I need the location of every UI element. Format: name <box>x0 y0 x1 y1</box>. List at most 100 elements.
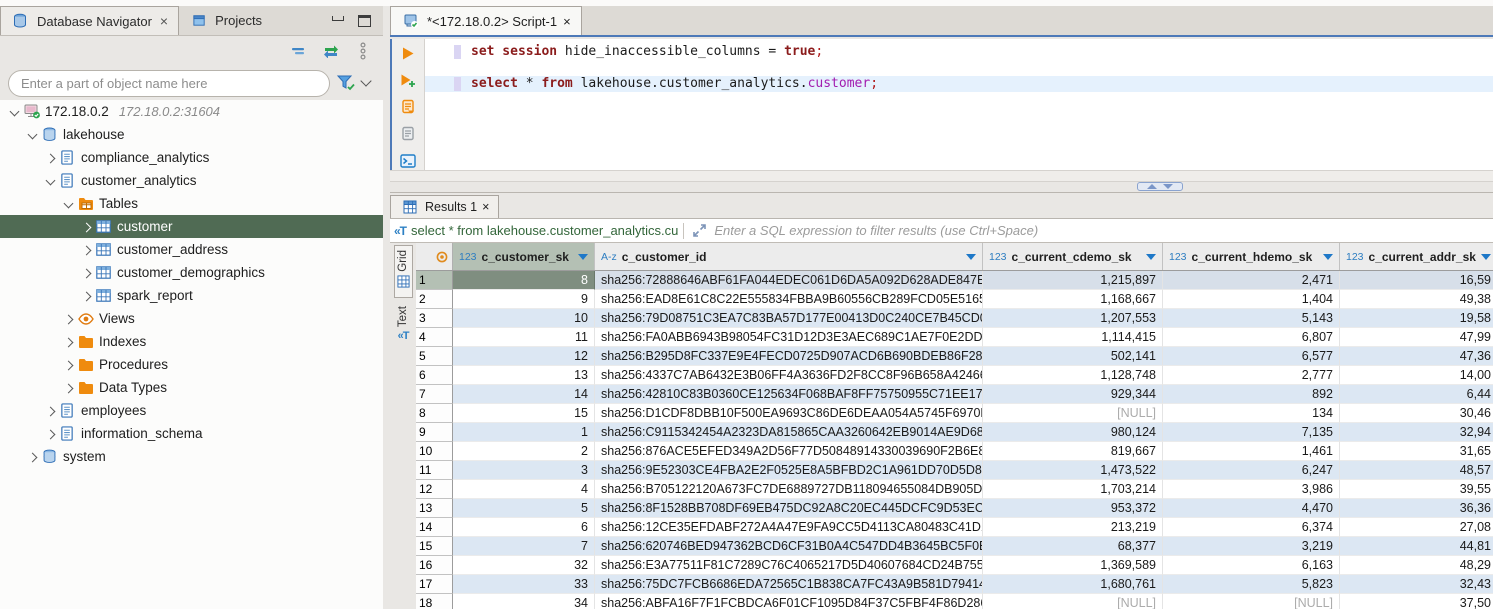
grid-cell[interactable]: 5,143 <box>1163 309 1340 328</box>
row-header[interactable]: 16 <box>416 556 453 575</box>
column-menu-arrow-icon[interactable] <box>1146 254 1156 260</box>
grid-cell[interactable]: 953,372 <box>983 499 1163 518</box>
column-header-c_current_addr_sk[interactable]: 123c_current_addr_sk <box>1340 243 1493 270</box>
tree-item-views[interactable]: Views <box>0 307 383 330</box>
row-header[interactable]: 7 <box>416 385 453 404</box>
grid-cell[interactable]: 48,57 <box>1340 461 1493 480</box>
row-header[interactable]: 8 <box>416 404 453 423</box>
grid-cell[interactable]: [NULL] <box>1163 594 1340 609</box>
tree-item-data-types[interactable]: Data Types <box>0 376 383 399</box>
maximize-icon[interactable] <box>358 15 371 27</box>
tree-item-customer[interactable]: customer <box>0 215 383 238</box>
grid-cell[interactable]: 1,473,522 <box>983 461 1163 480</box>
row-header[interactable]: 18 <box>416 594 453 609</box>
grid-cell[interactable]: 213,219 <box>983 518 1163 537</box>
grid-cell[interactable]: 16,59 <box>1340 271 1493 290</box>
active-query-label[interactable]: select * from lakehouse.customer_analyti… <box>411 223 678 238</box>
row-header[interactable]: 5 <box>416 347 453 366</box>
tree-item-lakehouse[interactable]: lakehouse <box>0 123 383 146</box>
grid-cell[interactable]: sha256:E3A77511F81C7289C76C4065217D5D406… <box>595 556 983 575</box>
execute-script-secondary-icon[interactable] <box>398 125 418 143</box>
tree-item-customer-analytics[interactable]: customer_analytics <box>0 169 383 192</box>
grid-cell[interactable]: 980,124 <box>983 423 1163 442</box>
tree-item-indexes[interactable]: Indexes <box>0 330 383 353</box>
grid-cell[interactable]: 2,777 <box>1163 366 1340 385</box>
grid-cell[interactable]: 819,667 <box>983 442 1163 461</box>
column-menu-arrow-icon[interactable] <box>1323 254 1333 260</box>
grid-cell[interactable]: sha256:B295D8FC337E9E4FECD0725D907ACD6B6… <box>595 347 983 366</box>
grid-cell[interactable]: sha256:620746BED947362BCD6CF31B0A4C547DD… <box>595 537 983 556</box>
editor-horizontal-scrollbar[interactable] <box>390 170 1493 182</box>
grid-cell[interactable]: 37,50 <box>1340 594 1493 609</box>
grid-cell[interactable]: 2 <box>453 442 595 461</box>
grid-cell[interactable]: 6,163 <box>1163 556 1340 575</box>
grid-cell[interactable]: 6 <box>453 518 595 537</box>
grid-cell[interactable]: 929,344 <box>983 385 1163 404</box>
grid-cell[interactable]: sha256:75DC7FCB6686EDA72565C1B838CA7FC43… <box>595 575 983 594</box>
close-icon[interactable]: × <box>563 14 571 29</box>
grid-cell[interactable]: 32,43 <box>1340 575 1493 594</box>
grid-cell[interactable]: 36,36 <box>1340 499 1493 518</box>
grid-cell[interactable]: 502,141 <box>983 347 1163 366</box>
grid-cell[interactable]: 6,374 <box>1163 518 1340 537</box>
grid-cell[interactable]: 1,215,897 <box>983 271 1163 290</box>
column-header-c_current_cdemo_sk[interactable]: 123c_current_cdemo_sk <box>983 243 1163 270</box>
grid-cell[interactable]: 1,114,415 <box>983 328 1163 347</box>
code-line-1[interactable]: set session hide_inaccessible_columns = … <box>425 44 1493 60</box>
grid-cell[interactable]: 1,680,761 <box>983 575 1163 594</box>
tree-item-172-18-0-2[interactable]: 172.18.0.2172.18.0.2:31604 <box>0 100 383 123</box>
tab-database-navigator[interactable]: Database Navigator × <box>0 6 179 35</box>
execute-script-icon[interactable] <box>398 99 418 117</box>
column-header-c_current_hdemo_sk[interactable]: 123c_current_hdemo_sk <box>1163 243 1340 270</box>
grid-cell[interactable]: sha256:ABFA16F7F1FCBDCA6F01CF1095D84F37C… <box>595 594 983 609</box>
close-icon[interactable]: × <box>482 200 489 214</box>
grid-cell[interactable]: 1,369,589 <box>983 556 1163 575</box>
grid-corner-cell[interactable] <box>416 243 453 270</box>
row-header[interactable]: 10 <box>416 442 453 461</box>
grid-cell[interactable]: 892 <box>1163 385 1340 404</box>
grid-cell[interactable]: 1,207,553 <box>983 309 1163 328</box>
grid-cell[interactable]: sha256:876ACE5EFED349A2D56F77D5084891433… <box>595 442 983 461</box>
grid-cell[interactable]: sha256:12CE35EFDABF272A4A47E9FA9CC5D4113… <box>595 518 983 537</box>
row-header[interactable]: 6 <box>416 366 453 385</box>
grid-cell[interactable]: 4 <box>453 480 595 499</box>
grid-cell[interactable]: 34 <box>453 594 595 609</box>
editor-results-sash[interactable] <box>390 182 1493 192</box>
column-menu-arrow-icon[interactable] <box>1481 254 1491 260</box>
open-sql-console-icon[interactable] <box>398 152 418 170</box>
tree-item-information-schema[interactable]: information_schema <box>0 422 383 445</box>
grid-cell[interactable]: 8 <box>453 271 595 290</box>
row-header[interactable]: 17 <box>416 575 453 594</box>
grid-cell[interactable]: 1,168,667 <box>983 290 1163 309</box>
grid-cell[interactable]: 9 <box>453 290 595 309</box>
column-header-c_customer_id[interactable]: A-zc_customer_id <box>595 243 983 270</box>
grid-cell[interactable]: 10 <box>453 309 595 328</box>
row-header[interactable]: 15 <box>416 537 453 556</box>
row-header[interactable]: 4 <box>416 328 453 347</box>
grid-cell[interactable]: 1,404 <box>1163 290 1340 309</box>
vertical-sash[interactable] <box>383 6 390 609</box>
code-line-2[interactable] <box>425 60 1493 76</box>
execute-new-tab-icon[interactable] <box>398 72 418 90</box>
grid-cell[interactable]: 12 <box>453 347 595 366</box>
grid-cell[interactable]: 6,247 <box>1163 461 1340 480</box>
minimize-icon[interactable] <box>332 16 344 21</box>
grid-cell[interactable]: 44,81 <box>1340 537 1493 556</box>
collapse-down-icon[interactable] <box>1163 184 1173 189</box>
code-line-3[interactable]: select * from lakehouse.customer_analyti… <box>425 76 1493 92</box>
grid-cell[interactable]: 3,219 <box>1163 537 1340 556</box>
grid-cell[interactable]: 3 <box>453 461 595 480</box>
tab-projects[interactable]: Projects <box>179 6 272 35</box>
grid-cell[interactable]: 134 <box>1163 404 1340 423</box>
grid-cell[interactable]: 19,58 <box>1340 309 1493 328</box>
column-header-c_customer_sk[interactable]: 123c_customer_sk <box>453 243 595 270</box>
grid-cell[interactable]: 48,29 <box>1340 556 1493 575</box>
grid-cell[interactable]: 14 <box>453 385 595 404</box>
grid-cell[interactable]: sha256:EAD8E61C8C22E555834FBBA9B60556CB2… <box>595 290 983 309</box>
grid-cell[interactable]: 32 <box>453 556 595 575</box>
grid-cell[interactable]: [NULL] <box>983 594 1163 609</box>
filter-menu-chevron-icon[interactable] <box>360 75 371 86</box>
grid-cell[interactable]: 2,471 <box>1163 271 1340 290</box>
grid-cell[interactable]: sha256:C9115342454A2323DA815865CAA326064… <box>595 423 983 442</box>
column-menu-arrow-icon[interactable] <box>578 254 588 260</box>
